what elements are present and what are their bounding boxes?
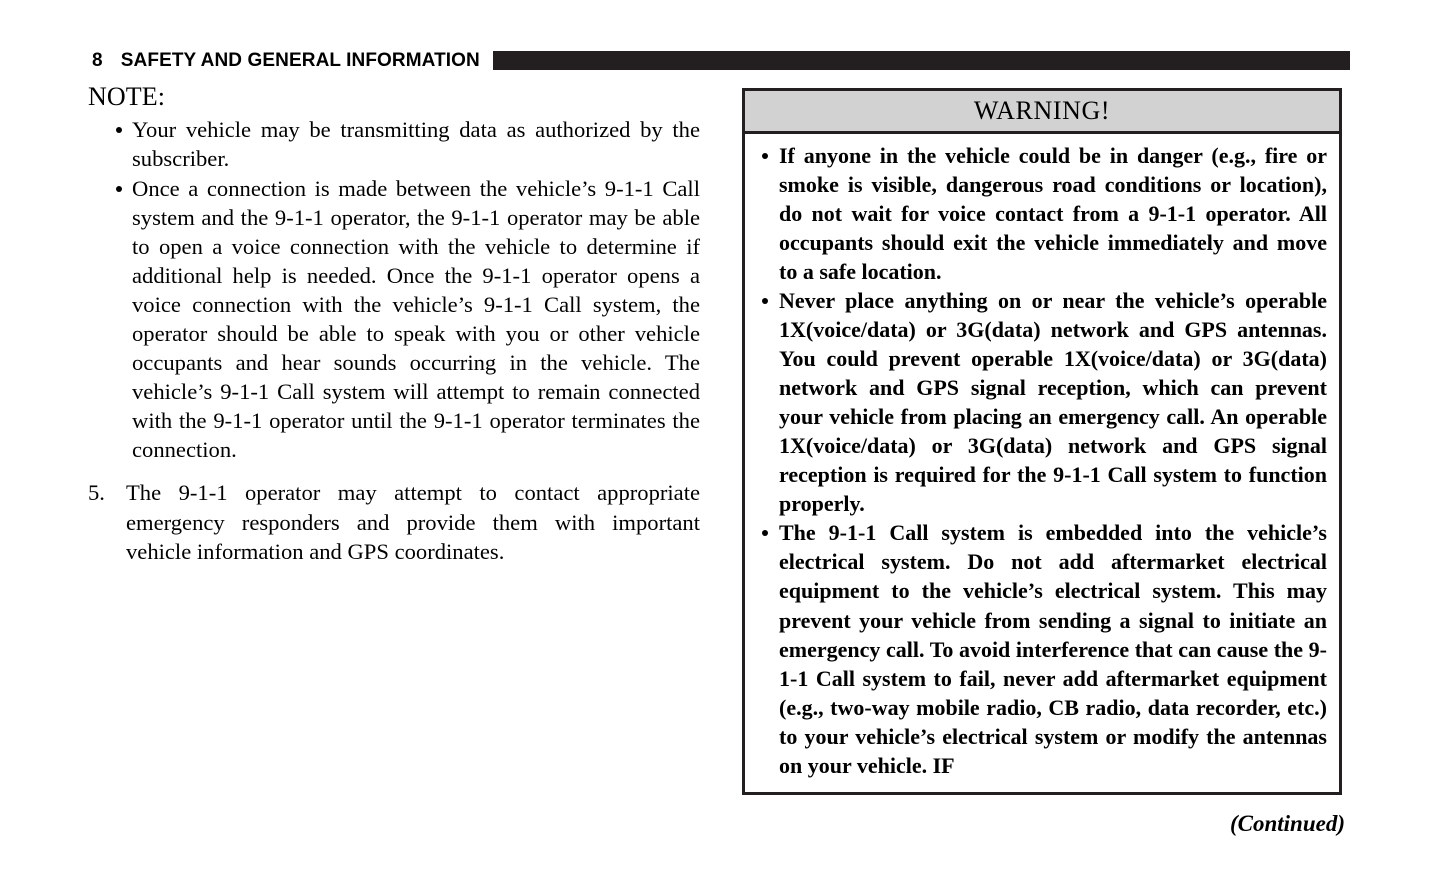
note-bullet-list: Your vehicle may be transmitting data as… <box>103 115 700 464</box>
list-item: The 9-1-1 Call system is embedded into t… <box>755 518 1327 779</box>
warning-title-bar: WARNING! <box>745 91 1339 134</box>
numbered-step-list: 5. The 9-1-1 operator may attempt to con… <box>88 478 700 565</box>
list-item-text: The 9-1-1 operator may attempt to contac… <box>126 480 700 564</box>
list-item-number: 5. <box>88 480 105 506</box>
list-item: 5. The 9-1-1 operator may attempt to con… <box>88 478 700 565</box>
section-title: SAFETY AND GENERAL INFORMATION <box>120 49 480 71</box>
warning-title: WARNING! <box>973 96 1111 125</box>
warning-box: WARNING! If anyone in the vehicle could … <box>742 88 1342 795</box>
list-item: Never place anything on or near the vehi… <box>755 286 1327 518</box>
page-number: 8 <box>92 49 103 71</box>
warning-body: If anyone in the vehicle could be in dan… <box>745 134 1339 780</box>
continued-label: (Continued) <box>1229 811 1345 836</box>
list-item: Your vehicle may be transmitting data as… <box>103 115 700 173</box>
note-heading: NOTE: <box>88 82 166 111</box>
left-text-column: NOTE: Your vehicle may be transmitting d… <box>88 82 700 566</box>
list-item: If anyone in the vehicle could be in dan… <box>755 141 1327 286</box>
header-rule-bar <box>492 50 1350 70</box>
note-bullet-text: Your vehicle may be transmitting data as… <box>132 117 700 172</box>
warning-bullet-text: The 9-1-1 Call system is embedded into t… <box>779 520 1327 778</box>
page-running-head: 8 SAFETY AND GENERAL INFORMATION <box>92 47 1350 73</box>
list-item: Once a connection is made between the ve… <box>103 174 700 464</box>
warning-bullet-text: Never place anything on or near the vehi… <box>779 288 1327 517</box>
warning-bullet-list: If anyone in the vehicle could be in dan… <box>755 141 1327 780</box>
warning-bullet-text: If anyone in the vehicle could be in dan… <box>779 143 1327 285</box>
note-bullet-text: Once a connection is made between the ve… <box>132 176 700 463</box>
